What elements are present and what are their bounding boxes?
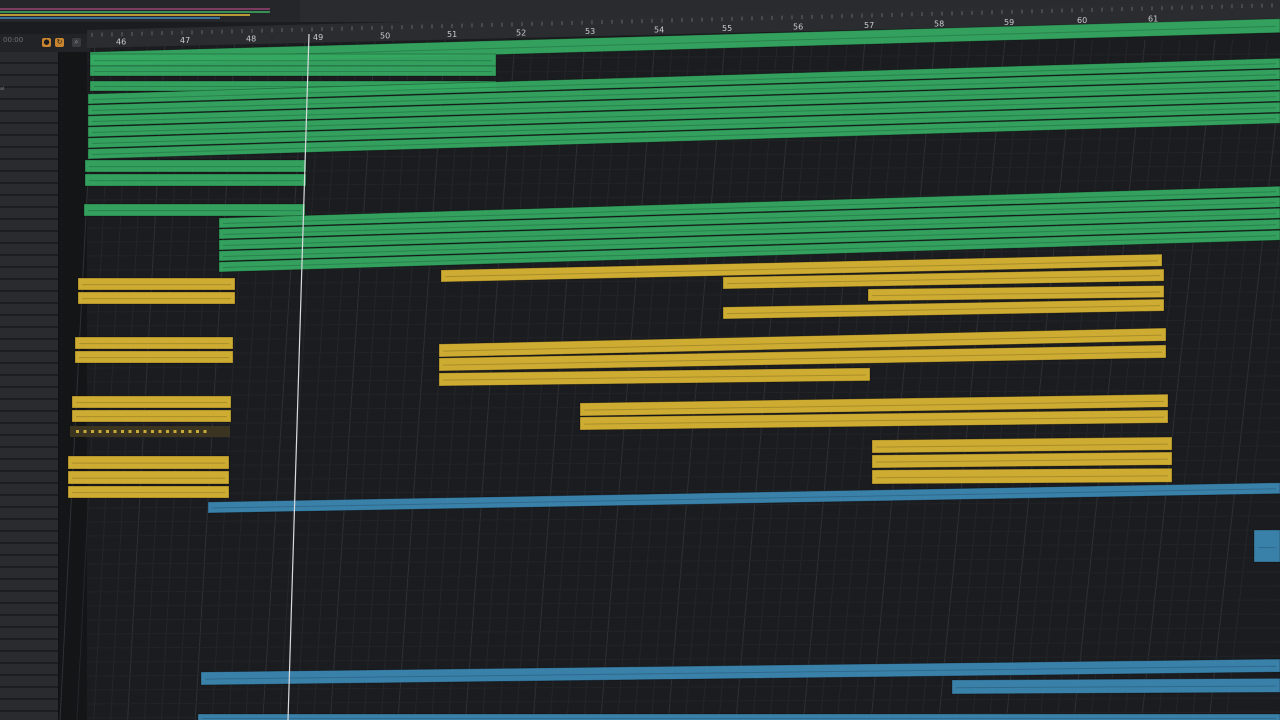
lane-line (86, 599, 1280, 607)
grid-line (1208, 80, 1280, 720)
lane-line (86, 543, 1280, 551)
midi-note-dot (76, 430, 79, 433)
midi-note-dot (98, 430, 102, 433)
lane-line (86, 571, 1280, 579)
bar-number: 54 (654, 26, 664, 35)
bar-number: 57 (864, 21, 874, 30)
midi-note-dot (121, 430, 124, 433)
bar-number: 53 (585, 27, 595, 36)
midi-note-dot (143, 430, 147, 433)
midi-note-dot (106, 430, 109, 433)
grid-line (1005, 39, 1076, 720)
bar-number: 48 (246, 35, 256, 44)
grid-line (1056, 39, 1128, 720)
midi-note-dot (181, 430, 184, 433)
lane-line (86, 697, 1280, 705)
bar-number: 56 (793, 22, 803, 31)
blue-region[interactable] (207, 482, 1280, 514)
grid-line (1073, 39, 1146, 720)
bar-number: 47 (180, 36, 190, 45)
midi-note-dot (158, 430, 162, 433)
bar-number: 46 (116, 37, 126, 46)
bar-number: 58 (934, 19, 944, 28)
grid-line (1039, 39, 1111, 720)
daw-arrange-window: 00:00 ● ↻ ⌕ al 46 47 48 49 50 51 52 53 54 55 56 57 5… (0, 0, 1280, 720)
grid-line (1022, 39, 1093, 720)
yellow-region[interactable] (74, 336, 234, 350)
lane-line (86, 515, 1280, 523)
midi-note-dot (91, 430, 94, 433)
yellow-region[interactable] (74, 350, 234, 364)
grid-line (904, 39, 971, 720)
midi-note-dot (128, 430, 132, 433)
grid-line (955, 39, 1023, 720)
lane-line (86, 585, 1280, 593)
lane-line (86, 319, 1280, 327)
yellow-region[interactable] (67, 470, 230, 485)
yellow-region[interactable] (71, 395, 232, 409)
yellow-region[interactable] (867, 285, 1165, 302)
midi-note-dot (83, 430, 87, 433)
blue-region[interactable] (197, 713, 1280, 720)
bar-number: 49 (313, 33, 323, 42)
grid-line (870, 39, 936, 720)
green-region[interactable] (84, 159, 307, 173)
grid-line (1090, 39, 1163, 720)
bar-number: 50 (380, 32, 390, 41)
arrangement-canvas[interactable]: 46 47 48 49 50 51 52 53 54 55 56 57 58 59 60 61 (0, 0, 1280, 720)
grid-line (887, 39, 953, 720)
bar-number: 59 (1004, 18, 1014, 27)
midi-note-dot (113, 430, 117, 433)
lane-line (86, 641, 1280, 649)
grid-line (1225, 235, 1280, 720)
lane-line (86, 431, 1280, 439)
yellow-region[interactable] (67, 455, 230, 470)
bar-number: 52 (516, 29, 526, 38)
yellow-region[interactable] (438, 367, 871, 387)
yellow-region[interactable] (67, 485, 230, 499)
midi-note-dot (203, 430, 207, 433)
green-region[interactable] (89, 53, 497, 67)
grid-line (938, 39, 1006, 720)
green-region[interactable] (83, 203, 306, 217)
midi-note-dot (188, 430, 192, 433)
yellow-region[interactable] (71, 409, 232, 423)
blue-region[interactable] (1253, 529, 1280, 563)
lane-line (86, 557, 1280, 565)
midi-note-dot (173, 430, 177, 433)
yellow-region[interactable] (77, 291, 236, 305)
grid-line (921, 39, 988, 720)
midi-note-dot (136, 430, 139, 433)
yellow-region[interactable] (77, 277, 236, 291)
lane-line (86, 627, 1280, 635)
bar-number: 55 (722, 24, 732, 33)
grid-line (972, 39, 1041, 720)
midi-note-dot (166, 430, 169, 433)
grid-line (989, 39, 1058, 720)
midi-note-dot (151, 430, 154, 433)
midi-note-dot (196, 430, 199, 433)
bar-number: 51 (447, 30, 457, 39)
green-region[interactable] (84, 173, 307, 187)
